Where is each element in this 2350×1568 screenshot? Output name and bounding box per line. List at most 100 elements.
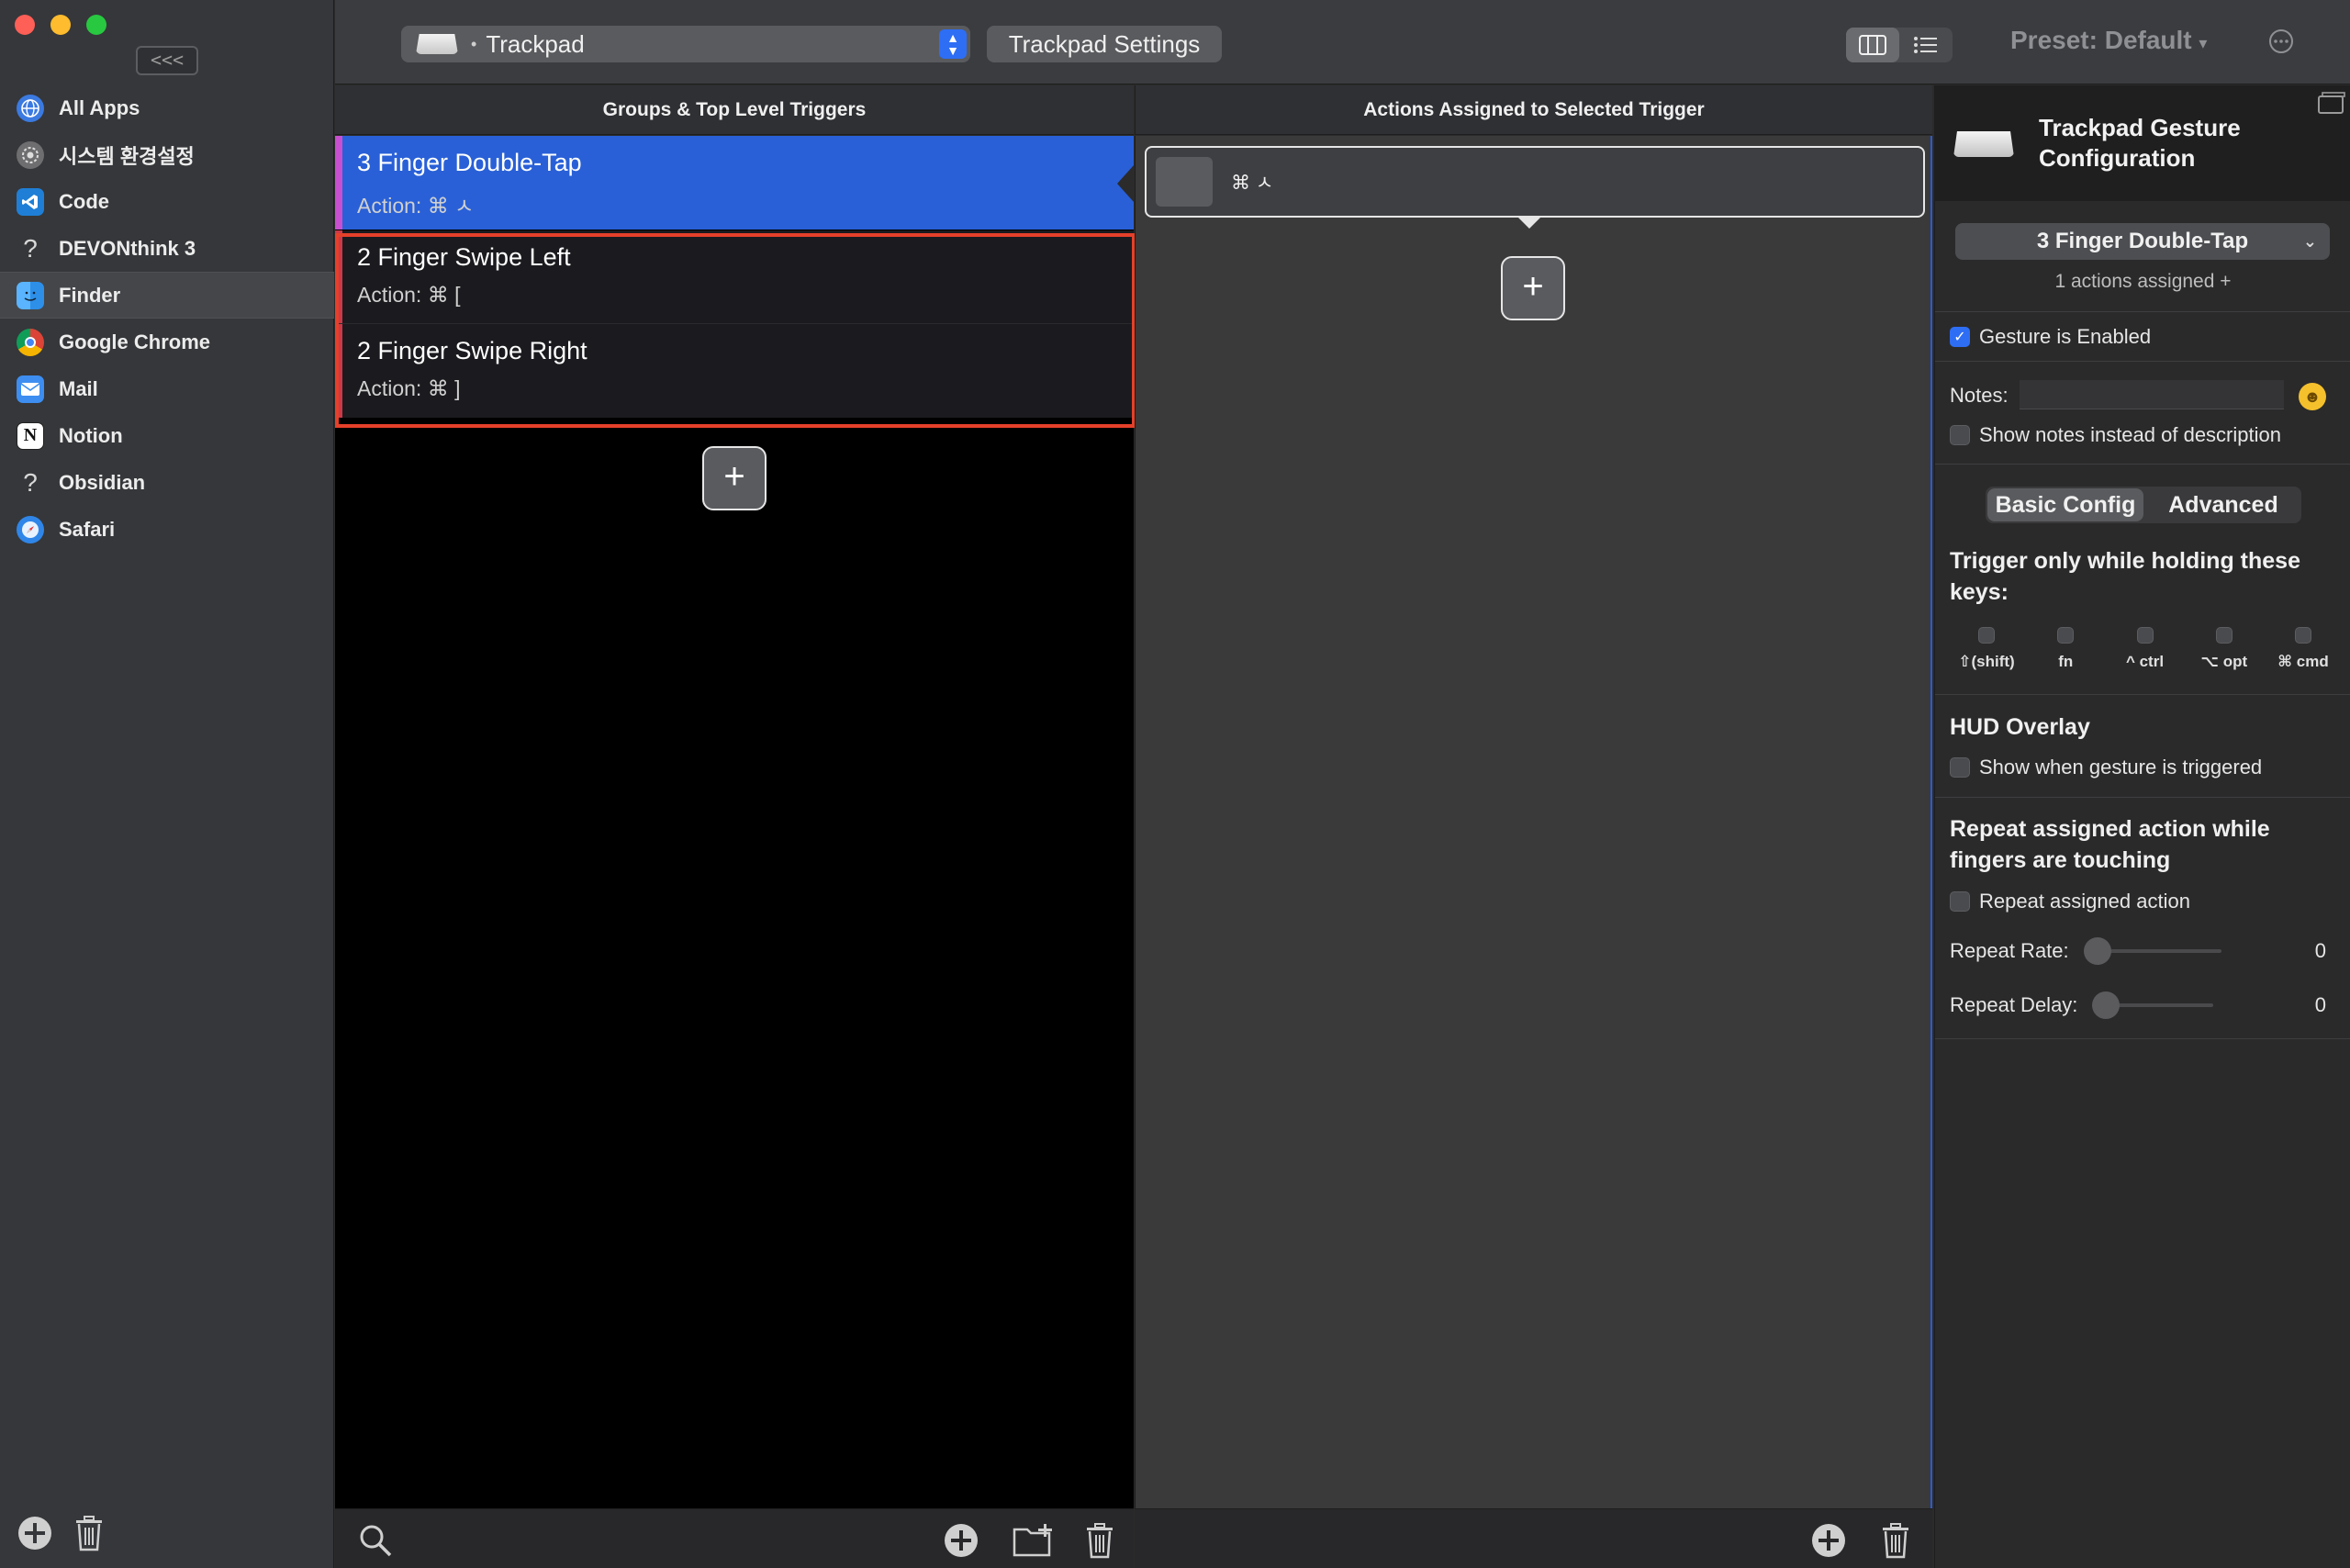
sidebar-bottom-bar (17, 1515, 105, 1556)
new-folder-icon[interactable] (1013, 1522, 1055, 1563)
finder-icon (17, 281, 44, 309)
mail-icon (17, 375, 44, 403)
chrome-icon (17, 328, 44, 356)
safari-icon (17, 515, 44, 543)
slider-knob[interactable] (2083, 937, 2111, 965)
tab-advanced[interactable]: Advanced (2145, 487, 2301, 523)
hud-overlay-title: HUD Overlay (1950, 714, 2090, 740)
sidebar-item-label: All Apps (59, 95, 140, 119)
trigger-select[interactable]: 3 Finger Double-Tap ⌄ (1955, 223, 2330, 260)
actions-assigned-count[interactable]: 1 actions assigned + (1935, 271, 2350, 293)
trackpad-icon (416, 34, 458, 54)
minimize-window-button[interactable] (50, 15, 71, 35)
sidebar-item-devonthink[interactable]: ? DEVONthink 3 (0, 225, 334, 272)
trigger-row[interactable]: 2 Finger Swipe Right Action: ⌘ ] (335, 324, 1134, 418)
sidebar-item-label: Google Chrome (59, 330, 211, 353)
globe-icon (17, 94, 44, 122)
sidebar-item-label: Finder (59, 283, 121, 307)
modifier-shift-checkbox[interactable]: ⇧(shift) (1950, 627, 2023, 671)
trigger-title: 3 Finger Double-Tap (357, 149, 582, 176)
vscode-icon (17, 187, 44, 216)
system-preferences-icon (17, 140, 44, 169)
show-notes-label: Show notes instead of description (1979, 423, 2281, 446)
trackpad-settings-button[interactable]: Trackpad Settings (987, 26, 1222, 62)
trigger-action-summary: Action: ⌘ ㅅ (357, 194, 475, 218)
sidebar-item-mail[interactable]: Mail (0, 365, 334, 412)
repeat-delay-slider[interactable] (2092, 991, 2214, 1019)
sidebar-item-code[interactable]: Code (0, 178, 334, 225)
sidebar-item-label: Notion (59, 423, 123, 447)
columns-view-icon[interactable] (1846, 28, 1899, 62)
modifier-ctrl-checkbox[interactable]: ^ ctrl (2109, 627, 2182, 671)
action-shortcut: ⌘ ㅅ (1231, 173, 1274, 194)
sidebar-item-label: Mail (59, 376, 98, 400)
app-window: <<< All Apps 시스템 환경설정 Code ? DEVONthink … (0, 0, 2350, 1568)
notes-input[interactable] (2020, 380, 2284, 409)
sidebar-item-safari[interactable]: Safari (0, 506, 334, 553)
repeat-rate-row: Repeat Rate: 0 (1950, 937, 2335, 965)
search-icon[interactable] (357, 1522, 394, 1563)
checkmark-icon: ✓ (1950, 327, 1970, 347)
trigger-keys-title: Trigger only while holding these keys: (1950, 548, 2300, 605)
collapse-sidebar-button[interactable]: <<< (136, 46, 198, 75)
zoom-window-button[interactable] (86, 15, 106, 35)
add-app-icon[interactable] (17, 1515, 53, 1556)
device-type-select[interactable]: • Trackpad ▲ ▼ (401, 26, 970, 62)
repeat-delay-value: 0 (2314, 993, 2326, 1016)
more-options-icon[interactable] (2267, 28, 2295, 60)
trigger-action-summary: Action: ⌘ [ (357, 283, 461, 307)
sidebar-item-label: Obsidian (59, 470, 146, 494)
modifier-opt-checkbox[interactable]: ⌥ opt (2188, 627, 2261, 671)
trackpad-icon (1953, 131, 2014, 157)
sidebar-item-obsidian[interactable]: ? Obsidian (0, 459, 334, 506)
sidebar-item-all-apps[interactable]: All Apps (0, 84, 334, 131)
trigger-color-bar (335, 136, 342, 230)
toolbar: • Trackpad ▲ ▼ Trackpad Settings Preset: … (335, 0, 2350, 84)
triggers-list: 3 Finger Double-Tap Action: ⌘ ㅅ 2 Finger… (335, 136, 1134, 1508)
sidebar-item-label: DEVONthink 3 (59, 236, 196, 260)
assigned-action-card[interactable]: ⌘ ㅅ (1145, 146, 1925, 229)
trash-icon[interactable] (1880, 1522, 1911, 1563)
repeat-action-label: Repeat assigned action (1979, 890, 2190, 913)
preset-select[interactable]: Preset: Default ▾ (2010, 26, 2207, 55)
gesture-enabled-checkbox[interactable]: ✓ Gesture is Enabled (1950, 325, 2151, 349)
trigger-row-selected[interactable]: 3 Finger Double-Tap Action: ⌘ ㅅ (335, 136, 1134, 230)
inspector-header: Trackpad Gesture Configuration (1935, 85, 2350, 201)
close-window-button[interactable] (15, 15, 35, 35)
emoji-picker-icon[interactable]: ☻ (2299, 383, 2326, 410)
add-action-icon[interactable] (1810, 1522, 1847, 1563)
actions-column-header: Actions Assigned to Selected Trigger (1135, 85, 1932, 135)
add-action-button[interactable]: + (1501, 256, 1565, 320)
add-trigger-icon[interactable] (943, 1522, 979, 1563)
list-view-icon[interactable] (1899, 28, 1953, 62)
repeat-rate-slider[interactable] (2083, 937, 2221, 965)
question-icon: ? (23, 233, 38, 263)
trigger-color-bar (335, 230, 342, 323)
trigger-color-bar (335, 324, 342, 418)
hud-overlay-label: Show when gesture is triggered (1979, 756, 2263, 778)
repeat-rate-value: 0 (2314, 939, 2326, 962)
trigger-action-summary: Action: ⌘ ] (357, 376, 461, 400)
modifier-fn-checkbox[interactable]: fn (2029, 627, 2102, 671)
repeat-action-checkbox[interactable]: Repeat assigned action (1950, 890, 2190, 913)
view-mode-toggle (1846, 28, 1953, 62)
trash-icon[interactable] (73, 1515, 105, 1556)
tab-basic-config[interactable]: Basic Config (1987, 488, 2143, 521)
sidebar-item-system-preferences[interactable]: 시스템 환경설정 (0, 131, 334, 178)
hud-overlay-checkbox[interactable]: Show when gesture is triggered (1950, 756, 2262, 779)
config-tabs: Basic Config Advanced (1986, 487, 2301, 523)
add-trigger-button[interactable]: + (702, 446, 767, 510)
slider-knob[interactable] (2092, 991, 2121, 1019)
sidebar-item-notion[interactable]: N Notion (0, 412, 334, 459)
sidebar-item-finder[interactable]: Finder (0, 272, 334, 319)
detach-panel-icon[interactable] (2317, 91, 2346, 119)
repeat-action-title: Repeat assigned action while fingers are… (1950, 816, 2270, 873)
actions-list: ⌘ ㅅ + (1135, 136, 1932, 1508)
show-notes-checkbox[interactable]: Show notes instead of description (1950, 423, 2281, 447)
notes-label: Notes: (1950, 384, 2009, 407)
sidebar-item-google-chrome[interactable]: Google Chrome (0, 319, 334, 365)
modifier-cmd-checkbox[interactable]: ⌘ cmd (2266, 627, 2340, 671)
trash-icon[interactable] (1084, 1522, 1115, 1563)
trigger-row[interactable]: 2 Finger Swipe Left Action: ⌘ [ (335, 230, 1134, 324)
sidebar-item-label: Safari (59, 517, 116, 541)
